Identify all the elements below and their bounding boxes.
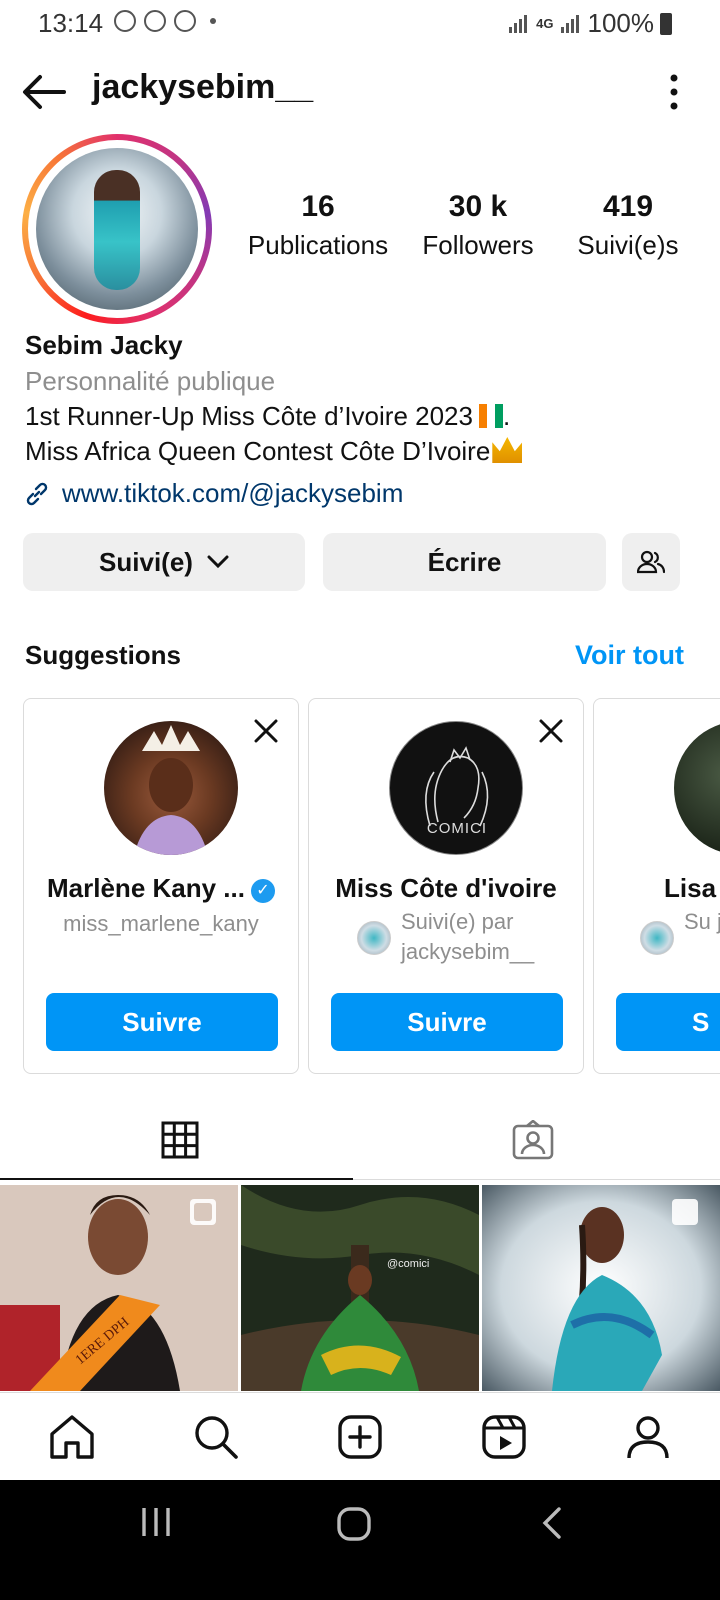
battery-percent: 100% xyxy=(587,8,655,38)
more-options-icon[interactable] xyxy=(668,72,680,112)
grid-icon xyxy=(161,1121,199,1159)
post-watermark: @comici xyxy=(387,1258,429,1270)
header-username: jackysebim__ xyxy=(92,68,314,106)
suggested-people-button[interactable] xyxy=(622,533,680,591)
more-notifications-icon xyxy=(210,18,216,24)
crown-icon xyxy=(492,437,523,463)
suggestion-name-text: Marlène Kany ... xyxy=(47,873,245,903)
signal-icon xyxy=(509,14,528,33)
status-time: 13:14 xyxy=(38,8,104,38)
suggestion-card: Marlène Kany ... ✓ miss_marlene_kany Suiv… xyxy=(23,698,299,1074)
following-button[interactable]: Suivi(e) xyxy=(23,533,305,591)
suggestion-username: miss_marlene_kany xyxy=(63,911,259,936)
add-post-icon xyxy=(338,1415,382,1459)
profile-avatar[interactable] xyxy=(22,134,212,324)
add-person-icon xyxy=(637,550,665,574)
status-bar: 13:14 4G 100% xyxy=(0,0,720,46)
dismiss-icon[interactable] xyxy=(252,717,280,745)
followed-by-text: Suivi(e) par jackysebim__ xyxy=(401,909,535,964)
suggestion-avatar[interactable] xyxy=(104,721,238,855)
see-all-link[interactable]: Voir tout xyxy=(575,640,684,671)
stat-label: Publications xyxy=(247,230,389,260)
post-thumbnail[interactable] xyxy=(482,1185,720,1391)
link-icon xyxy=(26,482,48,505)
stat-value: 419 xyxy=(602,190,654,223)
followed-by: Suivi(e) par jackysebim__ xyxy=(357,907,567,967)
verified-badge-icon: ✓ xyxy=(250,879,275,903)
post-thumbnail[interactable]: 1ERE DPH xyxy=(0,1185,238,1391)
nav-reels[interactable] xyxy=(474,1407,534,1467)
profile-category: Personnalité publique xyxy=(25,366,276,396)
bottom-navigation xyxy=(0,1392,720,1481)
suggestion-card: Lisa Su jac S xyxy=(593,698,720,1074)
profile-icon xyxy=(627,1416,669,1459)
stat-value: 30 k xyxy=(448,190,508,223)
follow-button[interactable]: Suivre xyxy=(331,993,563,1051)
stat-label: Suivi(e)s xyxy=(577,230,679,260)
suggestion-name[interactable]: Lisa xyxy=(664,873,720,904)
network-label: 4G xyxy=(536,16,554,31)
tab-tagged[interactable] xyxy=(353,1100,713,1180)
active-tab-indicator xyxy=(0,1178,353,1180)
signal-icon xyxy=(560,14,579,33)
system-navigation-bar xyxy=(0,1480,720,1600)
stat-label: Followers xyxy=(422,230,534,260)
followed-by-text: Su jac xyxy=(684,909,720,934)
nav-home[interactable] xyxy=(42,1407,102,1467)
profile-header: jackysebim__ xyxy=(0,64,720,120)
stat-following[interactable]: 419 Suivi(e)s xyxy=(548,190,708,261)
message-button[interactable]: Écrire xyxy=(323,533,606,591)
mutual-avatar xyxy=(640,921,674,955)
suggestion-avatar[interactable] xyxy=(674,721,720,855)
nav-profile[interactable] xyxy=(618,1407,678,1467)
tab-grid[interactable] xyxy=(0,1100,360,1180)
home-button-icon[interactable] xyxy=(336,1506,372,1542)
avatar-image xyxy=(36,148,198,310)
bio-text: Miss Africa Queen Contest Côte D’Ivoire xyxy=(25,436,491,466)
bio-line: Miss Africa Queen Contest Côte D’Ivoire xyxy=(25,436,523,467)
home-icon xyxy=(50,1415,94,1459)
bio-text: 1st Runner-Up Miss Côte d’Ivoire 2023 xyxy=(25,401,473,431)
recent-apps-icon[interactable] xyxy=(138,1506,174,1538)
message-label: Écrire xyxy=(427,546,502,577)
back-button-icon[interactable] xyxy=(540,1506,564,1540)
stat-value: 16 xyxy=(301,190,335,223)
suggestion-avatar[interactable]: COMICI xyxy=(389,721,523,855)
ivory-coast-flag-icon xyxy=(478,404,503,428)
stat-publications[interactable]: 16 Publications xyxy=(238,190,398,261)
back-arrow-icon[interactable] xyxy=(22,74,66,110)
suggestions-title: Suggestions xyxy=(25,640,182,670)
suggestion-card: COMICI Miss Côte d'ivoire Suivi(e) par j… xyxy=(308,698,584,1074)
search-icon xyxy=(195,1416,238,1459)
logo-text: COMICI xyxy=(426,820,488,837)
followed-by: Su jac xyxy=(640,907,720,955)
post-thumbnail[interactable]: @comici xyxy=(241,1185,479,1391)
follow-button[interactable]: Suivre xyxy=(46,993,278,1051)
notification-icon xyxy=(144,10,166,32)
chevron-down-icon xyxy=(207,555,229,569)
stat-followers[interactable]: 30 k Followers xyxy=(398,190,558,261)
link-text: www.tiktok.com/@jackysebim xyxy=(62,478,404,508)
battery-icon xyxy=(660,12,672,35)
nav-search[interactable] xyxy=(186,1407,246,1467)
mutual-avatar xyxy=(357,921,391,955)
suggestion-name[interactable]: Marlène Kany ... ✓ xyxy=(24,873,298,904)
reels-icon xyxy=(482,1415,526,1459)
profile-name: Sebim Jacky xyxy=(25,330,183,360)
suggestion-name[interactable]: Miss Côte d'ivoire xyxy=(309,873,583,904)
bio-line: 1st Runner-Up Miss Côte d’Ivoire 2023. xyxy=(25,401,511,431)
profile-link[interactable]: www.tiktok.com/@jackysebim xyxy=(24,478,403,509)
notification-icons xyxy=(114,10,216,32)
notification-icon xyxy=(174,10,196,32)
following-label: Suivi(e) xyxy=(99,546,193,577)
nav-create[interactable] xyxy=(330,1407,390,1467)
follow-button[interactable]: S xyxy=(616,993,720,1051)
status-right: 4G 100% xyxy=(508,8,672,39)
notification-icon xyxy=(114,10,136,32)
tagged-photos-icon xyxy=(512,1120,554,1160)
dismiss-icon[interactable] xyxy=(537,717,565,745)
